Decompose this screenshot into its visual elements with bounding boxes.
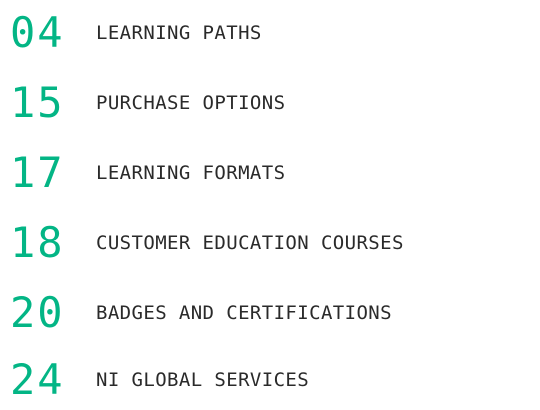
toc-item-learning-formats[interactable]: 17 LEARNING FORMATS [0, 147, 540, 199]
toc-page-number: 04 [10, 8, 65, 57]
toc-page-number: 24 [10, 355, 65, 404]
toc-item-title: LEARNING PATHS [96, 21, 262, 44]
toc-page-number: 17 [10, 148, 65, 197]
toc-item-purchase-options[interactable]: 15 PURCHASE OPTIONS [0, 77, 540, 129]
toc-page-number: 15 [10, 78, 65, 127]
table-of-contents: 04 LEARNING PATHS 15 PURCHASE OPTIONS 17… [0, 0, 540, 410]
toc-item-title: CUSTOMER EDUCATION COURSES [96, 231, 404, 254]
toc-page-number: 20 [10, 288, 65, 337]
toc-item-learning-paths[interactable]: 04 LEARNING PATHS [0, 7, 540, 59]
toc-item-title: LEARNING FORMATS [96, 161, 286, 184]
toc-item-title: PURCHASE OPTIONS [96, 91, 286, 114]
toc-item-customer-education-courses[interactable]: 18 CUSTOMER EDUCATION COURSES [0, 217, 540, 269]
toc-page-number: 18 [10, 218, 65, 267]
toc-item-title: BADGES AND CERTIFICATIONS [96, 301, 392, 324]
toc-item-badges-and-certifications[interactable]: 20 BADGES AND CERTIFICATIONS [0, 287, 540, 339]
toc-item-title: NI GLOBAL SERVICES [96, 368, 310, 391]
toc-item-ni-global-services[interactable]: 24 NI GLOBAL SERVICES [0, 354, 540, 406]
